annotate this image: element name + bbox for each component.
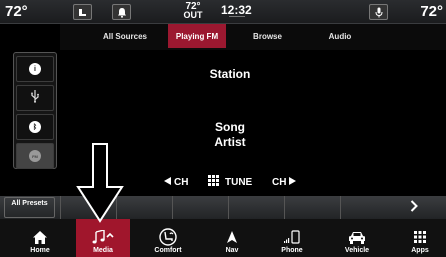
tab-browse[interactable]: Browse (240, 24, 295, 48)
clock-divider (229, 16, 245, 17)
nav-phone[interactable]: Phone (270, 219, 314, 257)
preset-slot[interactable] (172, 196, 228, 219)
pointer-arrow-icon (76, 143, 124, 223)
phone-icon (284, 227, 300, 247)
tab-audio[interactable]: Audio (315, 24, 365, 48)
all-presets-button[interactable]: All Presets (4, 197, 55, 218)
car-icon (348, 227, 366, 247)
presets-bar: All Presets (0, 196, 446, 219)
nav-media[interactable]: Media (76, 219, 130, 257)
channel-down-button[interactable]: CH (164, 176, 188, 188)
music-note-icon (91, 227, 115, 247)
triangle-right-icon (289, 176, 297, 188)
triangle-left-icon (164, 176, 171, 188)
station-name: Station (209, 67, 251, 81)
microphone-icon[interactable] (369, 4, 388, 20)
clock: 12:32 (221, 3, 252, 17)
navigation-arrow-icon (227, 227, 237, 247)
fm-icon: FM (29, 150, 41, 162)
nav-home[interactable]: Home (18, 219, 62, 257)
bottom-nav: Home Media Comfort Nav Phone Vehicle App… (0, 219, 446, 257)
home-icon (33, 227, 47, 247)
nav-nav[interactable]: Nav (212, 219, 252, 257)
preset-slot[interactable] (228, 196, 284, 219)
keypad-icon (208, 175, 219, 189)
passenger-temperature[interactable]: 72° (420, 3, 443, 20)
tab-playing-fm[interactable]: Playing FM (168, 24, 226, 48)
tune-button[interactable]: TUNE (208, 175, 252, 189)
preset-slot[interactable] (116, 196, 172, 219)
preset-slot[interactable] (340, 196, 396, 219)
driver-temperature[interactable]: 72° (5, 3, 28, 20)
status-bar: 72° 72° OUT 12:32 72° (0, 0, 446, 24)
presets-next-button[interactable] (396, 197, 432, 218)
notification-bell-icon[interactable] (112, 4, 131, 20)
chevron-right-icon (410, 199, 418, 217)
tab-all-sources[interactable]: All Sources (90, 24, 160, 48)
source-fm-button[interactable]: FM (16, 143, 54, 169)
media-tabs: All Sources Playing FM Browse Audio (60, 24, 446, 50)
seat-icon (158, 227, 178, 247)
bluetooth-icon: ᛒ (29, 121, 41, 133)
grid-icon (414, 227, 426, 247)
usb-icon (30, 89, 40, 108)
channel-up-button[interactable]: CH (272, 176, 297, 188)
source-bluetooth-button[interactable]: ᛒ (16, 114, 54, 140)
source-list: i ᛒ FM (13, 52, 57, 169)
nav-comfort[interactable]: Comfort (145, 219, 191, 257)
nav-apps[interactable]: Apps (400, 219, 440, 257)
preset-slot[interactable] (284, 196, 340, 219)
source-usb-button[interactable] (16, 85, 54, 111)
source-ipod-button[interactable]: i (16, 56, 54, 82)
song-title: Song (215, 120, 245, 134)
driver-seat-icon[interactable] (73, 4, 92, 20)
nav-vehicle[interactable]: Vehicle (334, 219, 380, 257)
ipod-icon: i (29, 63, 41, 75)
outside-temperature: 72° OUT (183, 1, 203, 20)
